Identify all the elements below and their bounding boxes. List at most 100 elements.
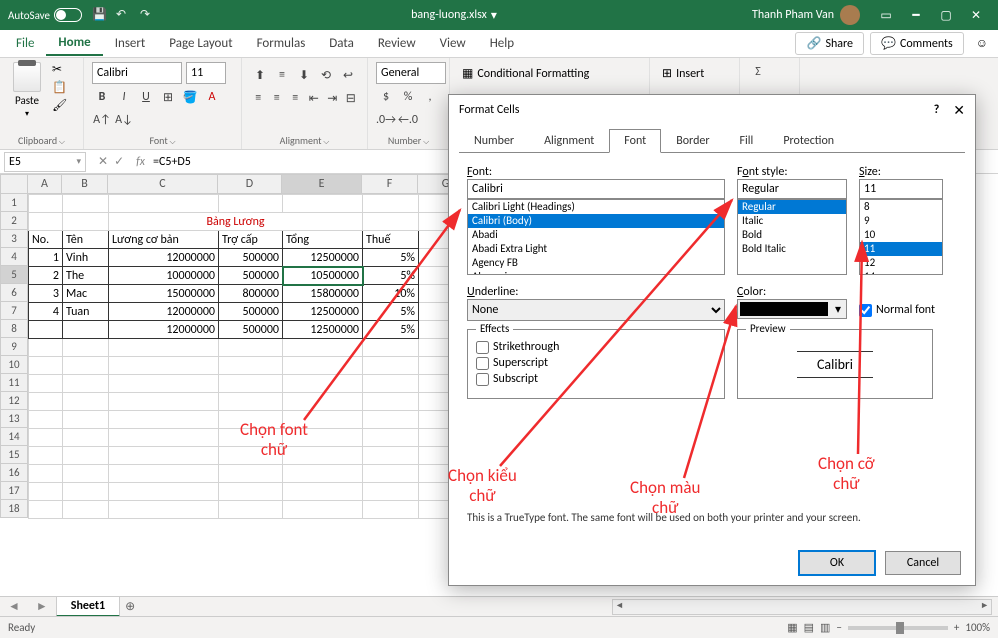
list-item[interactable]: Aharoni [468, 270, 724, 275]
list-item[interactable]: 10 [860, 228, 942, 242]
row-head[interactable]: 1 [0, 194, 28, 212]
tab-insert[interactable]: Insert [103, 32, 158, 55]
font-name-select[interactable] [92, 62, 182, 84]
cancel-formula-icon[interactable]: ✕ [98, 154, 108, 169]
increase-indent-icon[interactable]: ⇥ [324, 88, 341, 108]
maximize-icon[interactable]: ▢ [932, 5, 960, 25]
insert-cells-button[interactable]: Insert [676, 67, 704, 81]
paste-button[interactable]: Paste ▾ [8, 62, 46, 119]
increase-decimal-icon[interactable]: .0→ [376, 110, 396, 130]
font-color-button[interactable]: A [202, 87, 222, 107]
checkbox-icon[interactable] [476, 373, 489, 386]
table-cell[interactable]: 15800000 [283, 285, 363, 303]
underline-button[interactable]: U [136, 87, 156, 107]
list-item[interactable]: Italic [738, 214, 846, 228]
currency-icon[interactable]: $ [376, 87, 396, 107]
ribbon-options-icon[interactable]: ▭ [872, 5, 900, 25]
percent-icon[interactable]: % [398, 87, 418, 107]
table-cell[interactable]: Trợ cấp [219, 231, 283, 249]
close-icon[interactable]: ✕ [962, 5, 990, 25]
list-item[interactable]: Bold [738, 228, 846, 242]
table-cell[interactable]: 4 [29, 303, 63, 321]
add-sheet-icon[interactable]: ⊕ [120, 599, 140, 614]
row-head[interactable]: 12 [0, 392, 28, 410]
table-cell[interactable]: 500000 [219, 267, 283, 285]
col-head-c[interactable]: C [108, 174, 218, 194]
table-cell[interactable]: 12000000 [109, 249, 219, 267]
checkbox-icon[interactable] [476, 357, 489, 370]
font-input[interactable] [467, 179, 725, 199]
format-painter-icon[interactable]: 🖌 [52, 98, 68, 114]
tab-formulas[interactable]: Formulas [245, 32, 318, 55]
tab-help[interactable]: Help [478, 32, 526, 55]
table-cell[interactable]: 800000 [219, 285, 283, 303]
table-cell[interactable]: 10% [363, 285, 419, 303]
table-cell[interactable] [29, 321, 63, 339]
list-item[interactable]: 12 [860, 256, 942, 270]
tab-page-layout[interactable]: Page Layout [157, 32, 244, 55]
close-icon[interactable]: ✕ [953, 102, 965, 119]
user-account[interactable]: Thanh Pham Van [752, 5, 860, 25]
save-icon[interactable]: 💾 [92, 7, 108, 23]
font-color-select[interactable]: ▾ [737, 299, 847, 319]
list-item[interactable]: Bold Italic [738, 242, 846, 256]
select-all-button[interactable] [0, 174, 28, 194]
title-cell[interactable]: Bảng Lương [109, 213, 363, 231]
list-item[interactable]: Regular [738, 200, 846, 214]
sheet-nav-prev-icon[interactable]: ◄ [0, 599, 28, 614]
list-item[interactable]: 14 [860, 270, 942, 275]
list-item[interactable]: 9 [860, 214, 942, 228]
sheet-nav-next-icon[interactable]: ► [28, 599, 56, 614]
normal-font-checkbox[interactable]: Normal font [859, 301, 935, 319]
table-cell[interactable]: 15000000 [109, 285, 219, 303]
smiley-icon[interactable]: ☺ [976, 36, 988, 51]
row-head[interactable]: 4 [0, 248, 28, 266]
checkbox-icon[interactable] [859, 304, 872, 317]
sheet-tab[interactable]: Sheet1 [56, 596, 120, 617]
table-cell[interactable]: 500000 [219, 303, 283, 321]
row-head[interactable]: 10 [0, 356, 28, 374]
wrap-text-icon[interactable]: ↩ [338, 65, 358, 85]
zoom-slider[interactable] [848, 626, 948, 630]
row-head[interactable]: 2 [0, 212, 28, 230]
fx-icon[interactable]: fx [132, 155, 149, 169]
table-cell[interactable]: Tuan [63, 303, 109, 321]
list-item[interactable]: Calibri Light (Headings) [468, 200, 724, 214]
size-input[interactable] [859, 179, 943, 199]
normal-view-icon[interactable]: ▦ [787, 621, 797, 634]
merge-icon[interactable]: ⊟ [343, 88, 360, 108]
cancel-button[interactable]: Cancel [885, 551, 961, 575]
cut-icon[interactable]: ✂ [52, 62, 68, 78]
conditional-formatting-icon[interactable]: ▦ [462, 66, 473, 81]
font-list[interactable]: Calibri Light (Headings) Calibri (Body) … [467, 199, 725, 275]
table-cell[interactable]: 12000000 [109, 321, 219, 339]
dtab-protection[interactable]: Protection [768, 129, 849, 153]
tab-file[interactable]: File [4, 32, 46, 55]
ok-button[interactable]: OK [799, 551, 875, 575]
table-cell[interactable]: Tổng [283, 231, 363, 249]
col-head-a[interactable]: A [28, 174, 62, 194]
row-head[interactable]: 3 [0, 230, 28, 248]
table-cell[interactable]: Thuế [363, 231, 419, 249]
font-style-list[interactable]: Regular Italic Bold Bold Italic [737, 199, 847, 275]
dialog-title-bar[interactable]: Format Cells ? ✕ [449, 95, 975, 125]
table-cell[interactable]: The [63, 267, 109, 285]
dtab-fill[interactable]: Fill [725, 129, 769, 153]
align-middle-icon[interactable]: ≡ [272, 65, 292, 85]
align-right-icon[interactable]: ≡ [287, 88, 304, 108]
zoom-in-icon[interactable]: + [954, 621, 959, 634]
align-top-icon[interactable]: ⬆ [250, 65, 270, 85]
orientation-icon[interactable]: ⟲ [316, 65, 336, 85]
row-head[interactable]: 5 [0, 266, 28, 284]
decrease-indent-icon[interactable]: ⇤ [306, 88, 323, 108]
autosave-toggle[interactable]: AutoSave [8, 8, 82, 22]
saved-dropdown-icon[interactable]: ▾ [491, 8, 497, 23]
list-item[interactable]: Abadi Extra Light [468, 242, 724, 256]
align-center-icon[interactable]: ≡ [269, 88, 286, 108]
decrease-decimal-icon[interactable]: ←.0 [398, 110, 418, 130]
tab-review[interactable]: Review [366, 32, 428, 55]
table-cell[interactable]: 3 [29, 285, 63, 303]
insert-cells-icon[interactable]: ⊞ [662, 66, 672, 81]
col-head-d[interactable]: D [218, 174, 282, 194]
row-head[interactable]: 6 [0, 284, 28, 302]
